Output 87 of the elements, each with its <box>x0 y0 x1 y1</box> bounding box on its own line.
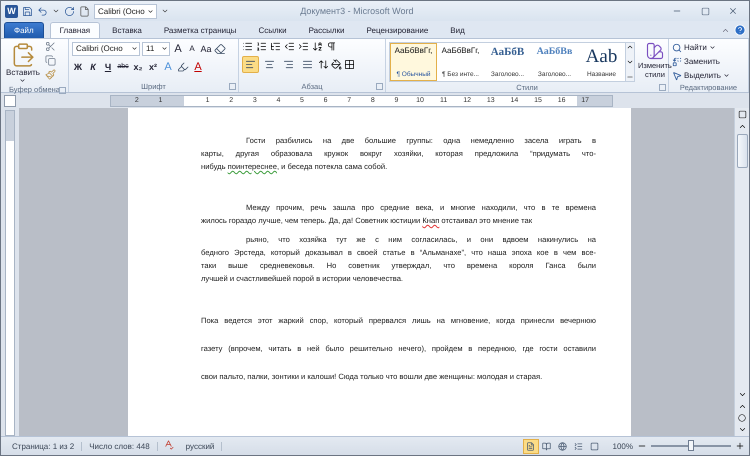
font-name-field[interactable]: Calibri (Осно <box>72 42 140 56</box>
window-title: Документ3 - Microsoft Word <box>299 6 414 16</box>
replace-button[interactable]: Заменить <box>672 55 730 68</box>
tab-selector[interactable] <box>4 94 16 106</box>
caret-icon <box>722 72 730 79</box>
caret-icon <box>161 45 168 52</box>
change-case-button[interactable]: Aa <box>200 41 212 56</box>
ribbon-tab[interactable]: Вставка <box>102 22 152 38</box>
page-count[interactable]: Страница: 1 из 2 <box>5 442 82 450</box>
view-button[interactable] <box>522 438 539 454</box>
zoom-level[interactable]: 100% <box>612 442 633 450</box>
document-icon[interactable] <box>79 6 90 16</box>
zoom-slider-thumb[interactable] <box>688 440 694 451</box>
scroll-thumb[interactable] <box>736 134 748 168</box>
superscript-button[interactable]: x² <box>147 59 159 74</box>
caret-icon <box>708 44 716 51</box>
scroll-down-icon[interactable] <box>626 58 634 66</box>
align-justify-icon <box>302 59 313 70</box>
swatch-icon <box>644 41 665 61</box>
next-page-icon[interactable] <box>738 425 746 434</box>
globe-icon <box>558 442 568 450</box>
shrink-font-button[interactable]: A <box>186 41 198 56</box>
cut-icon[interactable] <box>44 41 56 52</box>
caret-icon <box>131 45 138 52</box>
ribbon-tab[interactable]: Главная <box>50 22 100 38</box>
italic-button[interactable]: К <box>87 59 99 74</box>
align-left-icon <box>245 59 256 70</box>
scroll-down-icon[interactable] <box>738 390 746 399</box>
draft-icon <box>590 442 600 450</box>
ribbon-tab[interactable]: Рассылки <box>298 22 355 38</box>
page-icon <box>526 442 536 450</box>
maximize-icon[interactable] <box>700 6 710 16</box>
borders-icon[interactable] <box>344 59 355 70</box>
multilevel-list-icon[interactable] <box>270 41 281 52</box>
sort-icon[interactable] <box>312 41 323 52</box>
ribbon-tab[interactable]: Рецензирование <box>356 22 438 38</box>
align-center-icon <box>264 59 275 70</box>
search-icon <box>672 42 682 52</box>
pointer-icon <box>672 70 682 80</box>
ribbon-tab[interactable]: Вид <box>440 22 475 38</box>
replace-icon <box>672 56 682 66</box>
clear-formatting-icon[interactable] <box>214 42 226 54</box>
caret-icon <box>19 77 26 84</box>
close-icon[interactable] <box>728 6 738 16</box>
help-icon[interactable] <box>734 24 746 36</box>
ruler-toggle-icon[interactable] <box>738 110 746 119</box>
select-button[interactable]: Выделить <box>672 69 730 82</box>
format-painter-icon[interactable] <box>44 69 56 80</box>
shading-icon[interactable] <box>331 59 342 70</box>
undo-icon[interactable] <box>37 6 48 16</box>
underline-button[interactable]: Ч <box>102 59 114 74</box>
pilcrow-icon[interactable] <box>326 41 337 52</box>
app-logo: W <box>5 4 18 18</box>
align-button[interactable] <box>242 56 259 73</box>
language[interactable]: русский <box>178 442 222 450</box>
save-icon[interactable] <box>22 6 33 16</box>
word-count[interactable]: Число слов: 448 <box>82 442 158 450</box>
find-button[interactable]: Найти <box>672 41 730 54</box>
font-size-field[interactable]: 11 <box>142 42 170 56</box>
file-tab[interactable]: Файл <box>4 22 44 38</box>
grow-font-button[interactable]: A <box>172 41 184 56</box>
numbering-icon[interactable] <box>256 41 267 52</box>
scroll-up-icon[interactable] <box>626 43 634 51</box>
ribbon-tab[interactable]: Ссылки <box>248 22 297 38</box>
book-icon <box>542 442 552 450</box>
outline-icon <box>574 442 584 450</box>
font-color-button[interactable]: A <box>192 59 204 74</box>
redo-icon[interactable] <box>64 6 75 16</box>
zoom-in-icon[interactable] <box>735 441 745 451</box>
customize-caret-icon[interactable] <box>160 7 169 15</box>
scroll-up-icon[interactable] <box>738 122 746 131</box>
caret-icon <box>146 8 154 14</box>
highlighter-icon[interactable] <box>177 60 189 72</box>
spell-check-icon[interactable] <box>162 439 174 450</box>
caret-icon[interactable] <box>52 7 60 15</box>
paste-button[interactable]: Вставить <box>4 41 42 85</box>
ribbon-tab[interactable]: Разметка страницы <box>154 22 246 38</box>
font-combo[interactable]: Calibri (Осно <box>94 4 157 18</box>
decrease-indent-icon[interactable] <box>284 41 295 52</box>
copy-icon[interactable] <box>44 55 56 66</box>
previous-page-icon[interactable] <box>738 402 746 411</box>
line-spacing-icon[interactable] <box>318 59 329 70</box>
browse-object-icon[interactable] <box>738 414 746 422</box>
increase-indent-icon[interactable] <box>298 41 309 52</box>
align-right-icon <box>283 59 294 70</box>
subscript-button[interactable]: x₂ <box>132 59 144 74</box>
bold-button[interactable]: Ж <box>72 59 84 74</box>
